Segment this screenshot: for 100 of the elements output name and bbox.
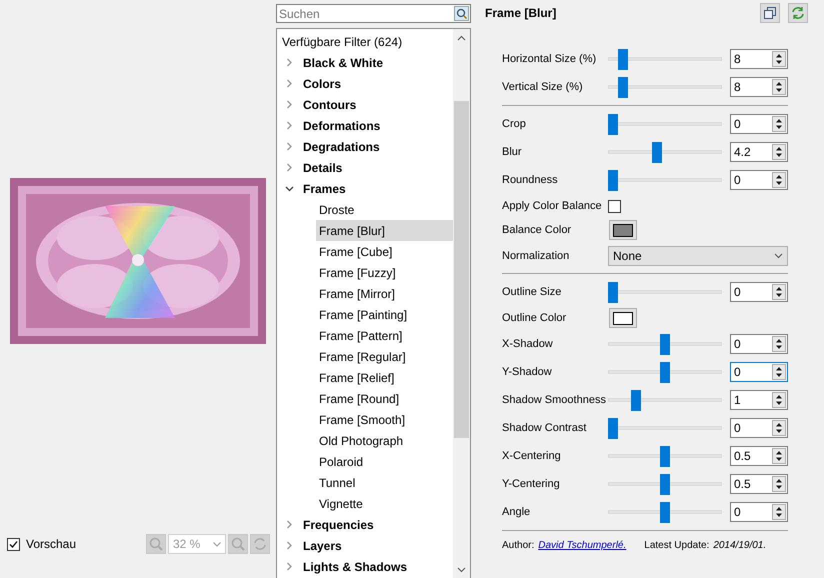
slider-handle[interactable] bbox=[660, 474, 670, 494]
filter-category[interactable]: Degradations bbox=[277, 136, 453, 157]
slider[interactable] bbox=[608, 334, 722, 354]
copy-button[interactable] bbox=[760, 3, 780, 23]
slider-handle[interactable] bbox=[608, 418, 618, 438]
spin-arrows-icon[interactable] bbox=[776, 119, 782, 129]
slider-handle[interactable] bbox=[660, 502, 670, 522]
author-link[interactable]: David Tschumperlé. bbox=[538, 540, 626, 551]
filter-category[interactable]: Frequencies bbox=[277, 514, 453, 535]
slider[interactable] bbox=[608, 474, 722, 494]
filter-item[interactable]: Frame [Regular] bbox=[316, 346, 453, 367]
filter-item[interactable]: Polaroid bbox=[316, 451, 453, 472]
filter-item[interactable]: Frame [Fuzzy] bbox=[316, 262, 453, 283]
slider[interactable] bbox=[608, 142, 722, 162]
spin-arrows-icon[interactable] bbox=[776, 367, 782, 377]
spin-button[interactable] bbox=[772, 79, 786, 95]
number-field[interactable]: 0 bbox=[730, 334, 788, 354]
number-field[interactable]: 1 bbox=[730, 390, 788, 410]
filter-category[interactable]: Details bbox=[277, 157, 453, 178]
slider[interactable] bbox=[608, 170, 722, 190]
spin-arrows-icon[interactable] bbox=[776, 507, 782, 517]
slider[interactable] bbox=[608, 390, 722, 410]
filter-category[interactable]: Contours bbox=[277, 94, 453, 115]
spin-button[interactable] bbox=[772, 420, 786, 436]
filter-item[interactable]: Frame [Mirror] bbox=[316, 283, 453, 304]
slider[interactable] bbox=[608, 362, 722, 382]
filter-item[interactable]: Frame [Round] bbox=[316, 388, 453, 409]
color-button[interactable] bbox=[609, 220, 637, 240]
dropdown[interactable]: None bbox=[608, 246, 788, 266]
slider-handle[interactable] bbox=[652, 142, 662, 162]
slider[interactable] bbox=[608, 114, 722, 134]
spin-button[interactable] bbox=[772, 392, 786, 408]
slider[interactable] bbox=[608, 418, 722, 438]
search-icon[interactable] bbox=[454, 6, 469, 21]
spin-arrows-icon[interactable] bbox=[776, 479, 782, 489]
spin-arrows-icon[interactable] bbox=[776, 423, 782, 433]
spin-button[interactable] bbox=[772, 364, 786, 380]
refresh-button[interactable] bbox=[788, 3, 808, 23]
slider[interactable] bbox=[608, 502, 722, 522]
filter-item[interactable]: Tunnel bbox=[316, 472, 453, 493]
slider-handle[interactable] bbox=[660, 446, 670, 466]
spin-arrows-icon[interactable] bbox=[776, 287, 782, 297]
slider-handle[interactable] bbox=[630, 390, 641, 410]
filter-item[interactable]: Frame [Painting] bbox=[316, 304, 453, 325]
spin-button[interactable] bbox=[772, 284, 786, 300]
filter-item[interactable]: Frame [Cube] bbox=[316, 241, 453, 262]
filter-item[interactable]: Frame [Pattern] bbox=[316, 325, 453, 346]
number-field[interactable]: 0.5 bbox=[730, 446, 788, 466]
filter-category[interactable]: Colors bbox=[277, 73, 453, 94]
slider-handle[interactable] bbox=[608, 170, 618, 190]
spin-button[interactable] bbox=[772, 116, 786, 132]
slider-handle[interactable] bbox=[618, 48, 628, 70]
spin-button[interactable] bbox=[772, 144, 786, 160]
number-field[interactable]: 0 bbox=[730, 282, 788, 302]
color-button[interactable] bbox=[609, 308, 637, 328]
spin-button[interactable] bbox=[772, 448, 786, 464]
slider[interactable] bbox=[608, 446, 722, 466]
checkbox[interactable] bbox=[608, 200, 621, 212]
spin-arrows-icon[interactable] bbox=[776, 175, 782, 185]
number-field[interactable]: 4.2 bbox=[730, 142, 788, 162]
filter-category[interactable]: Deformations bbox=[277, 115, 453, 136]
scroll-down-icon[interactable] bbox=[457, 566, 466, 572]
scrollbar[interactable] bbox=[453, 29, 470, 578]
slider[interactable] bbox=[608, 282, 722, 302]
number-field[interactable]: 0 bbox=[730, 362, 788, 382]
number-field[interactable]: 0.5 bbox=[730, 474, 788, 494]
checkbox[interactable] bbox=[7, 538, 20, 550]
spin-arrows-icon[interactable] bbox=[776, 395, 782, 405]
filter-item[interactable]: Frame [Smooth] bbox=[316, 409, 453, 430]
filter-category[interactable]: Frames bbox=[277, 178, 453, 199]
slider-handle[interactable] bbox=[660, 334, 670, 354]
slider-handle[interactable] bbox=[660, 362, 670, 382]
number-field[interactable]: 8 bbox=[730, 77, 788, 97]
number-field[interactable]: 0 bbox=[730, 114, 788, 134]
filter-category[interactable]: Lights & Shadows bbox=[277, 556, 453, 577]
spin-arrows-icon[interactable] bbox=[776, 54, 782, 64]
number-field[interactable]: 0 bbox=[730, 502, 788, 522]
slider[interactable] bbox=[608, 48, 722, 70]
filter-item[interactable]: Vignette bbox=[316, 493, 453, 514]
spin-button[interactable] bbox=[772, 336, 786, 352]
search-field[interactable]: Suchen bbox=[276, 4, 471, 23]
spin-button[interactable] bbox=[772, 172, 786, 188]
number-field[interactable]: 8 bbox=[730, 49, 788, 69]
slider-handle[interactable] bbox=[608, 114, 618, 134]
spin-button[interactable] bbox=[772, 51, 786, 67]
scroll-up-icon[interactable] bbox=[457, 34, 466, 40]
number-field[interactable]: 0 bbox=[730, 418, 788, 438]
spin-arrows-icon[interactable] bbox=[776, 82, 782, 92]
spin-arrows-icon[interactable] bbox=[776, 339, 782, 349]
filter-item[interactable]: Frame [Relief] bbox=[316, 367, 453, 388]
filter-item[interactable]: Old Photograph bbox=[316, 430, 453, 451]
slider-handle[interactable] bbox=[618, 76, 628, 98]
filter-category[interactable]: Black & White bbox=[277, 52, 453, 73]
spin-button[interactable] bbox=[772, 476, 786, 492]
number-field[interactable]: 0 bbox=[730, 170, 788, 190]
slider[interactable] bbox=[608, 76, 722, 98]
spin-arrows-icon[interactable] bbox=[776, 147, 782, 157]
filter-item[interactable]: Droste bbox=[316, 199, 453, 220]
spin-button[interactable] bbox=[772, 504, 786, 520]
filter-category[interactable]: Layers bbox=[277, 535, 453, 556]
